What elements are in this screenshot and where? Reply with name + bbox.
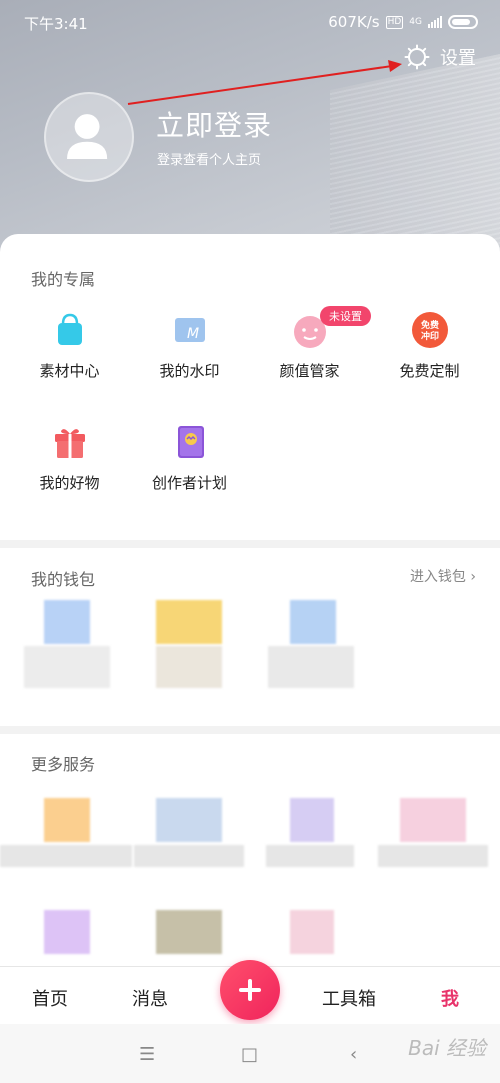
login-title[interactable]: 立即登录 bbox=[156, 104, 272, 144]
grid-item-label: 免费定制 bbox=[399, 362, 460, 380]
watermark-icon: M bbox=[170, 310, 210, 350]
service-item-blurred-label bbox=[378, 845, 488, 867]
service-item-blurred-label bbox=[134, 845, 244, 867]
service-item-blurred[interactable] bbox=[400, 798, 466, 842]
menu-icon[interactable]: ☰ bbox=[139, 1044, 155, 1065]
network-speed: 607K/s bbox=[328, 13, 380, 31]
service-item-blurred[interactable] bbox=[156, 798, 222, 842]
tab-messages[interactable]: 消息 bbox=[132, 985, 168, 1011]
service-item-blurred[interactable] bbox=[290, 798, 334, 842]
wallet-item-blurred[interactable] bbox=[44, 600, 90, 644]
service-item-blurred[interactable] bbox=[156, 910, 222, 954]
hd-badge: HD bbox=[385, 15, 404, 29]
battery-icon bbox=[448, 15, 478, 29]
signal-icon bbox=[428, 16, 442, 28]
grid-item-label: 我的水印 bbox=[159, 362, 220, 380]
grid-item-goods[interactable]: 我的好物 bbox=[7, 422, 132, 493]
not-set-badge: 未设置 bbox=[320, 306, 371, 326]
status-right: 607K/s HD 4G bbox=[328, 13, 478, 31]
shopping-bag-icon bbox=[50, 310, 90, 350]
wallet-item-blurred[interactable] bbox=[156, 600, 222, 644]
grid-item-label: 素材中心 bbox=[39, 362, 100, 380]
grid-item-free-custom[interactable]: 免费 冲印 免费定制 bbox=[367, 310, 492, 381]
tab-me[interactable]: 我 bbox=[441, 985, 459, 1011]
gear-icon bbox=[404, 44, 430, 70]
status-bar: 下午3:41 607K/s HD 4G bbox=[0, 0, 500, 44]
settings-button[interactable]: 设置 bbox=[404, 44, 476, 70]
grid-item-materials[interactable]: 素材中心 bbox=[7, 310, 132, 381]
wallet-title: 我的钱包 bbox=[31, 570, 96, 589]
grid-item-label: 创作者计划 bbox=[151, 474, 227, 492]
enter-wallet-link[interactable]: 进入钱包 › bbox=[410, 566, 476, 586]
wallet-item-blurred-label bbox=[156, 646, 222, 688]
exclusive-title: 我的专属 bbox=[31, 270, 96, 289]
create-plus-button[interactable] bbox=[220, 960, 280, 1020]
service-item-blurred[interactable] bbox=[44, 798, 90, 842]
grid-item-label: 颜值管家 bbox=[279, 362, 340, 380]
svg-text:免费: 免费 bbox=[420, 319, 438, 331]
wallet-item-blurred-label bbox=[268, 646, 354, 688]
wallet-item-blurred[interactable] bbox=[290, 600, 336, 644]
back-icon[interactable]: ‹ bbox=[350, 1044, 357, 1065]
creator-book-icon bbox=[170, 422, 210, 462]
svg-text:M: M bbox=[187, 326, 199, 342]
free-print-icon: 免费 冲印 bbox=[410, 310, 450, 350]
home-square-icon[interactable]: □ bbox=[241, 1044, 258, 1065]
avatar[interactable] bbox=[44, 92, 134, 182]
tab-home[interactable]: 首页 bbox=[32, 985, 68, 1011]
wallet-item-blurred-label bbox=[24, 646, 110, 688]
service-item-blurred-label bbox=[266, 845, 354, 867]
grid-item-watermark[interactable]: M 我的水印 bbox=[127, 310, 252, 381]
baidu-watermark: Bai 经验 bbox=[408, 1036, 486, 1060]
login-subtitle: 登录查看个人主页 bbox=[157, 153, 262, 168]
service-item-blurred[interactable] bbox=[290, 910, 334, 954]
more-services-title: 更多服务 bbox=[31, 755, 96, 774]
service-item-blurred[interactable] bbox=[44, 910, 90, 954]
svg-text:冲印: 冲印 bbox=[420, 330, 438, 342]
network-type: 4G bbox=[409, 17, 422, 27]
grid-item-creator[interactable]: 创作者计划 bbox=[127, 422, 252, 493]
tab-toolbox[interactable]: 工具箱 bbox=[322, 985, 376, 1011]
grid-item-label: 我的好物 bbox=[39, 474, 100, 492]
service-item-blurred-label bbox=[0, 845, 132, 867]
status-time: 下午3:41 bbox=[24, 15, 88, 33]
user-icon bbox=[67, 114, 108, 159]
gift-icon bbox=[50, 422, 90, 462]
settings-label: 设置 bbox=[440, 48, 476, 69]
